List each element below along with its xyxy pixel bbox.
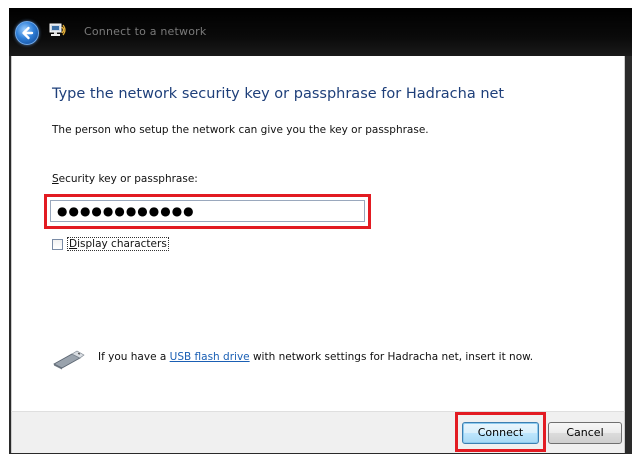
usb-flash-drive-link[interactable]: USB flash drive (170, 351, 250, 363)
title-bar: Connect to a network (9, 8, 632, 56)
network-icon (49, 23, 66, 36)
cancel-button[interactable]: Cancel (548, 422, 622, 444)
page-title: Type the network security key or passphr… (52, 86, 505, 102)
back-button[interactable] (15, 21, 39, 45)
usb-text-suffix: with network settings for Hadracha net, … (249, 351, 534, 363)
instruction-text: The person who setup the network can giv… (52, 124, 429, 136)
usb-text-prefix: If you have a (98, 351, 170, 363)
back-arrow-icon (22, 26, 34, 40)
display-characters-accesskey: D (69, 238, 78, 250)
usb-instruction: If you have a USB flash drive with netwo… (98, 351, 533, 363)
display-characters-text: isplay characters (77, 238, 167, 250)
button-bar: Connect Cancel (11, 411, 625, 453)
display-characters-label[interactable]: Display characters (67, 237, 169, 251)
dialog-content: Type the network security key or passphr… (11, 56, 625, 411)
security-key-label-accesskey: S (52, 173, 59, 185)
security-key-input[interactable]: ●●●●●●●●●●●● (50, 200, 365, 222)
connect-button[interactable]: Connect (462, 422, 539, 444)
security-key-label-text: ecurity key or passphrase: (58, 173, 198, 185)
display-characters-checkbox[interactable] (52, 239, 63, 250)
usb-drive-icon (53, 350, 85, 370)
security-key-label: Security key or passphrase: (52, 173, 198, 185)
dialog-window: Connect to a network Type the network se… (9, 8, 632, 454)
window-title: Connect to a network (84, 25, 207, 38)
